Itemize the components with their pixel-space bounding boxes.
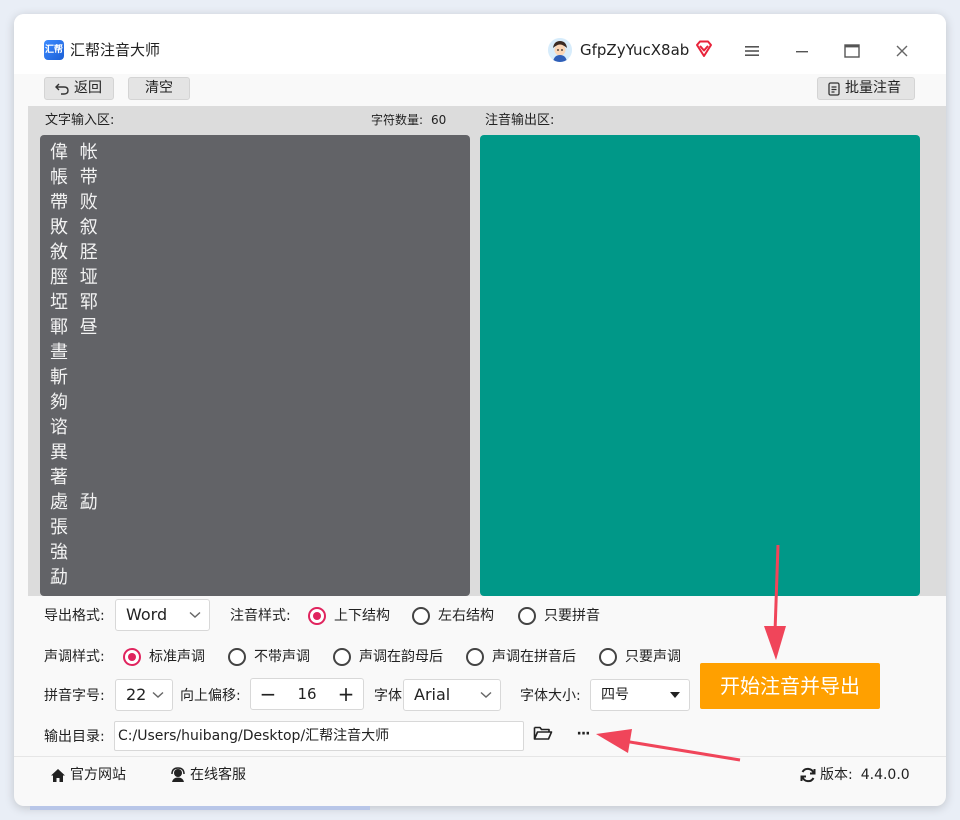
offset-value[interactable]: 16 [281, 679, 333, 709]
tone-style-label: 声调样式: [44, 649, 105, 665]
tone-option-label: 不带声调 [254, 649, 310, 665]
clear-button[interactable]: 清空 [128, 77, 190, 100]
taskbar-strip [30, 806, 370, 810]
tone-option-none[interactable]: 不带声调 [228, 647, 310, 667]
radio-icon [412, 607, 430, 625]
hamburger-icon [745, 46, 759, 56]
version-value: 4.4.0.0 [860, 767, 910, 783]
radio-icon [518, 607, 536, 625]
online-support-label: 在线客服 [190, 767, 246, 783]
font-size-label: 字体大小: [520, 688, 581, 704]
document-icon [828, 81, 840, 96]
export-format-value: Word [126, 605, 168, 624]
radio-selected-icon [123, 648, 141, 666]
title-bar: 汇帮 汇帮注音大师 GfpZyYucX8ab [14, 14, 946, 74]
char-count-label: 字符数量: [371, 113, 424, 127]
style-option-label: 上下结构 [334, 608, 390, 624]
username[interactable]: GfpZyYucX8ab [580, 39, 689, 61]
chevron-down-icon [189, 600, 201, 630]
menu-button[interactable] [737, 36, 767, 66]
minimize-icon [796, 51, 808, 53]
batch-annotate-button[interactable]: 批量注音 [817, 77, 915, 100]
text-input-area[interactable]: 偉 帐 帳 带 帶 败 敗 叙 敘 胫 脛 垭 埡 郓 鄆 昼 晝 斬 夠 谘 … [40, 135, 470, 596]
font-size-value: 四号 [601, 687, 629, 703]
decrement-button[interactable]: − [253, 679, 283, 709]
radio-icon [228, 648, 246, 666]
undo-arrow-icon [55, 83, 69, 95]
style-option-label: 只要拼音 [544, 608, 600, 624]
style-option-left-right[interactable]: 左右结构 [412, 606, 494, 626]
tone-option-label: 只要声调 [625, 649, 681, 665]
tone-option-standard[interactable]: 标准声调 [123, 647, 205, 667]
status-bar: 官方网站 在线客服 版本: 4.4.0.0 [14, 756, 946, 793]
app-window: 汇帮 汇帮注音大师 GfpZyYucX8ab 返回 清空 批量注音 文字输入区:… [14, 14, 946, 806]
style-option-label: 左右结构 [438, 608, 494, 624]
batch-annotate-label: 批量注音 [845, 80, 901, 96]
version-info[interactable]: 版本: 4.4.0.0 [800, 765, 910, 785]
font-label: 字体: [374, 688, 407, 704]
output-dir-label: 输出目录: [44, 729, 105, 745]
official-website-label: 官方网站 [70, 767, 126, 783]
version-label: 版本: [820, 767, 853, 783]
caret-down-icon [669, 680, 681, 710]
output-area[interactable] [480, 135, 920, 596]
export-format-select[interactable]: Word [115, 599, 210, 631]
more-options-button[interactable]: ··· [571, 724, 595, 744]
style-option-top-bottom[interactable]: 上下结构 [308, 606, 390, 626]
maximize-icon [844, 44, 860, 58]
work-area: 文字输入区: 字符数量: 60 注音输出区: 偉 帐 帳 带 帶 败 敗 叙 敘… [28, 106, 946, 596]
output-dir-input[interactable]: C:/Users/huibang/Desktop/汇帮注音大师 [114, 721, 524, 751]
open-folder-button[interactable] [533, 724, 555, 746]
app-logo-icon: 汇帮 [44, 40, 64, 60]
user-avatar[interactable] [548, 38, 572, 62]
tone-option-after-final[interactable]: 声调在韵母后 [333, 647, 443, 667]
chevron-down-icon [480, 680, 492, 710]
close-button[interactable] [887, 36, 917, 66]
online-support-link[interactable]: 在线客服 [170, 765, 246, 785]
tone-option-label: 声调在韵母后 [359, 649, 443, 665]
tone-option-label: 声调在拼音后 [492, 649, 576, 665]
tone-option-after-pinyin[interactable]: 声调在拼音后 [466, 647, 576, 667]
annotation-style-label: 注音样式: [230, 608, 291, 624]
output-area-label: 注音输出区: [485, 113, 555, 128]
tone-option-label: 标准声调 [149, 649, 205, 665]
style-option-pinyin-only[interactable]: 只要拼音 [518, 606, 600, 626]
radio-selected-icon [308, 607, 326, 625]
radio-icon [599, 648, 617, 666]
pinyin-size-label: 拼音字号: [44, 688, 105, 704]
support-headset-icon [171, 767, 185, 782]
font-select[interactable]: Arial [403, 679, 501, 711]
refresh-icon [800, 767, 816, 783]
pinyin-size-value: 22 [126, 685, 147, 704]
offset-stepper[interactable]: − 16 + [250, 678, 364, 710]
font-value: Arial [414, 685, 451, 704]
back-button-label: 返回 [74, 80, 102, 96]
input-area-label: 文字输入区: [45, 113, 115, 128]
clear-button-label: 清空 [145, 80, 173, 96]
tone-option-tone-only[interactable]: 只要声调 [599, 647, 681, 667]
home-icon [51, 768, 65, 782]
avatar-icon [548, 38, 572, 62]
official-website-link[interactable]: 官方网站 [50, 765, 126, 785]
close-icon [896, 45, 908, 57]
folder-open-icon [533, 726, 553, 740]
radio-icon [466, 648, 484, 666]
vip-diamond-icon[interactable] [694, 39, 714, 59]
minimize-button[interactable] [787, 36, 817, 66]
input-text[interactable]: 偉 帐 帳 带 帶 败 敗 叙 敘 胫 脛 垭 埡 郓 鄆 昼 晝 斬 夠 谘 … [40, 135, 470, 595]
export-format-label: 导出格式: [44, 608, 105, 624]
start-export-button[interactable]: 开始注音并导出 [700, 663, 880, 709]
font-size-select[interactable]: 四号 [590, 679, 690, 711]
chevron-down-icon [152, 680, 164, 710]
toolbar: 返回 清空 批量注音 [14, 74, 946, 106]
offset-label: 向上偏移: [180, 688, 241, 704]
increment-button[interactable]: + [331, 679, 361, 709]
app-title: 汇帮注音大师 [70, 41, 161, 59]
radio-icon [333, 648, 351, 666]
back-button[interactable]: 返回 [44, 77, 114, 100]
maximize-button[interactable] [837, 36, 867, 66]
pinyin-size-select[interactable]: 22 [115, 679, 173, 711]
char-count-value: 60 [431, 113, 447, 127]
